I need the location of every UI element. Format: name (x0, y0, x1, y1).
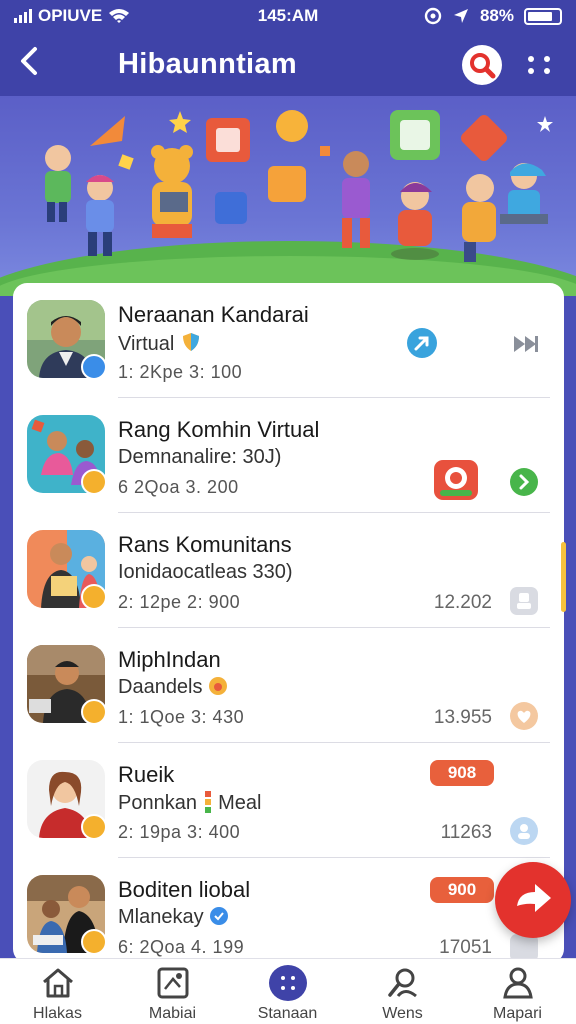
list-item[interactable]: MiphIndan Daandels 1: 1Qoe 3: 430 13.955 (13, 628, 564, 743)
item-subtitle: Daandels (118, 676, 228, 699)
bottom-navigation: Hlakas Mabiai Stanaan Wens Mapari (0, 958, 576, 1024)
score-pill: 900 (430, 877, 494, 903)
item-meta: 6: 2Qoa 4. 199 (118, 937, 245, 957)
item-subtitle: Mlanekay (118, 906, 229, 929)
nav-label: Stanaan (257, 1005, 318, 1022)
item-name: Boditen liobal (118, 877, 251, 902)
nav-label: Hlakas (33, 1005, 82, 1022)
nav-label: Mapari (493, 1005, 542, 1022)
item-name: Rueik (118, 762, 175, 787)
list-item[interactable]: Rueik Ponnkan Meal 2: 19pa 3: 400 908 11… (13, 743, 564, 858)
item-meta: 1: 2Kpe 3: 100 (118, 362, 243, 382)
community-list: Neraanan Kandarai Virtual 1: 2Kpe 3: 100… (13, 283, 564, 963)
shield-icon (182, 333, 199, 351)
sync-icon (424, 7, 442, 25)
scrollbar[interactable] (561, 542, 566, 612)
item-meta: 2: 19pa 3: 400 (118, 822, 241, 842)
item-name: MiphIndan (118, 647, 221, 672)
photo-icon (157, 967, 189, 999)
status-bar: OPIUVE 145:AM 88% (0, 0, 576, 34)
item-meta: 2: 12pe 2: 900 (118, 592, 241, 612)
rainbow-bar-icon (204, 791, 211, 813)
nav-label: Wens (382, 1005, 423, 1022)
fast-forward-icon[interactable] (513, 335, 539, 353)
list-item[interactable]: Boditen liobal Mlanekay 6: 2Qoa 4. 199 9… (13, 858, 564, 963)
item-subtitle-extra: Meal (218, 792, 262, 814)
location-icon (453, 9, 468, 23)
app-bar: Hibaunntiam (0, 34, 576, 96)
share-icon[interactable] (407, 328, 437, 358)
profile-icon (503, 967, 533, 999)
nav-item-profile[interactable]: Mapari (460, 959, 575, 1024)
star-badge-icon (81, 584, 107, 610)
more-options-button[interactable] (522, 50, 558, 80)
list-item[interactable]: Rang Komhin Virtual Demnanalire: 30J) 6 … (13, 398, 564, 513)
next-icon[interactable] (510, 468, 538, 496)
chat-icon[interactable] (434, 460, 478, 500)
star-badge-icon (81, 699, 107, 725)
nav-label: Mabiai (148, 1005, 197, 1022)
search-icon (470, 53, 496, 79)
item-count: 12.202 (433, 592, 492, 613)
heart-icon[interactable] (510, 702, 538, 730)
verified-badge-icon (81, 354, 107, 380)
star-badge-icon (81, 814, 107, 840)
user-icon[interactable] (510, 817, 538, 845)
battery-icon (524, 7, 562, 25)
nav-item-media[interactable]: Mabiai (115, 959, 230, 1024)
item-subtitle: Virtual (118, 331, 202, 356)
back-button[interactable] (18, 46, 40, 82)
hero-illustration (0, 96, 576, 296)
nav-item-apps[interactable]: Stanaan (230, 959, 345, 1024)
item-count: 11263 (440, 822, 492, 843)
page-title: Hibaunntiam (118, 48, 297, 80)
user-icon[interactable] (510, 587, 538, 615)
item-subtitle: Demnanalire: 30J) (118, 446, 282, 468)
search-button[interactable] (462, 45, 502, 85)
item-subtitle-text: Mlanekay (118, 906, 204, 928)
item-count: 17051 (439, 937, 492, 958)
star-badge-icon (81, 469, 107, 495)
home-icon (43, 968, 73, 998)
item-name: Rang Komhin Virtual (118, 417, 320, 442)
score-pill: 908 (430, 760, 494, 786)
share-fab-button[interactable] (495, 862, 571, 938)
list-item[interactable]: Neraanan Kandarai Virtual 1: 2Kpe 3: 100 (13, 283, 564, 398)
item-subtitle: Ionidaocatleas 330) (118, 561, 293, 583)
forward-arrow-icon (517, 884, 551, 912)
item-name: Rans Komunitans (118, 532, 292, 557)
list-item[interactable]: Rans Komunitans Ionidaocatleas 330) 2: 1… (13, 513, 564, 628)
item-subtitle: Ponnkan Meal (118, 791, 261, 815)
status-right: 88% (424, 6, 562, 26)
item-meta: 6 2Qoa 3. 200 (118, 477, 239, 497)
chevron-left-icon (21, 47, 37, 75)
item-name: Neraanan Kandarai (118, 302, 309, 327)
search-person-icon (388, 968, 417, 998)
apps-icon (269, 965, 307, 1001)
emoji-icon (209, 677, 228, 695)
item-subtitle-text: Ponnkan (118, 792, 197, 814)
check-badge-icon (210, 907, 229, 925)
item-count: 13.955 (433, 707, 492, 728)
item-meta: 1: 1Qoe 3: 430 (118, 707, 245, 727)
item-subtitle-text: Daandels (118, 676, 203, 698)
item-subtitle-text: Virtual (118, 333, 175, 355)
nav-item-search[interactable]: Wens (345, 959, 460, 1024)
battery-percent: 88% (479, 6, 514, 25)
star-badge-icon (81, 929, 107, 955)
nav-item-home[interactable]: Hlakas (0, 959, 115, 1024)
